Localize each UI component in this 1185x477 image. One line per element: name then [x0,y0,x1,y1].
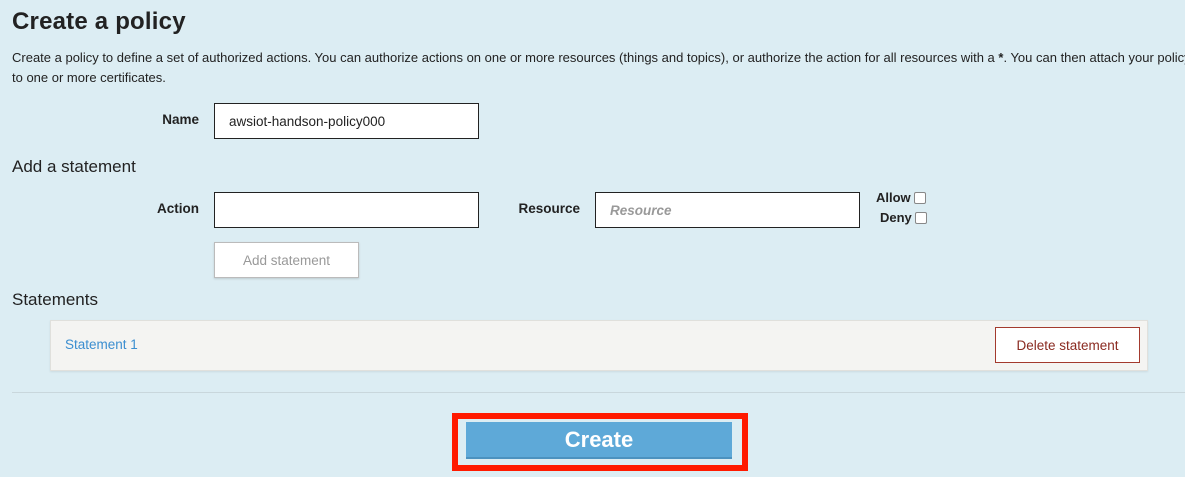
name-label: Name [162,112,199,127]
resource-label: Resource [518,201,580,216]
page-description: Create a policy to define a set of autho… [12,48,1185,88]
resource-input[interactable] [595,192,860,228]
add-statement-heading: Add a statement [12,157,136,176]
allow-option[interactable]: Allow [876,190,926,205]
divider [12,392,1185,393]
statements-heading: Statements [12,290,98,309]
allow-label: Allow [876,190,911,205]
action-label: Action [157,201,199,216]
create-button[interactable]: Create [466,422,732,459]
deny-label: Deny [880,210,912,225]
deny-checkbox[interactable] [914,211,927,224]
delete-statement-button[interactable]: Delete statement [995,327,1140,363]
allow-checkbox[interactable] [913,191,926,204]
add-statement-button[interactable]: Add statement [214,242,359,278]
statement-link[interactable]: Statement 1 [65,337,138,352]
policy-name-input[interactable] [214,103,479,139]
statement-row [50,320,1148,371]
deny-option[interactable]: Deny [880,210,927,225]
action-input[interactable] [214,192,479,228]
description-text-start: Create a policy to define a set of autho… [12,50,999,65]
page-title: Create a policy [12,8,186,35]
